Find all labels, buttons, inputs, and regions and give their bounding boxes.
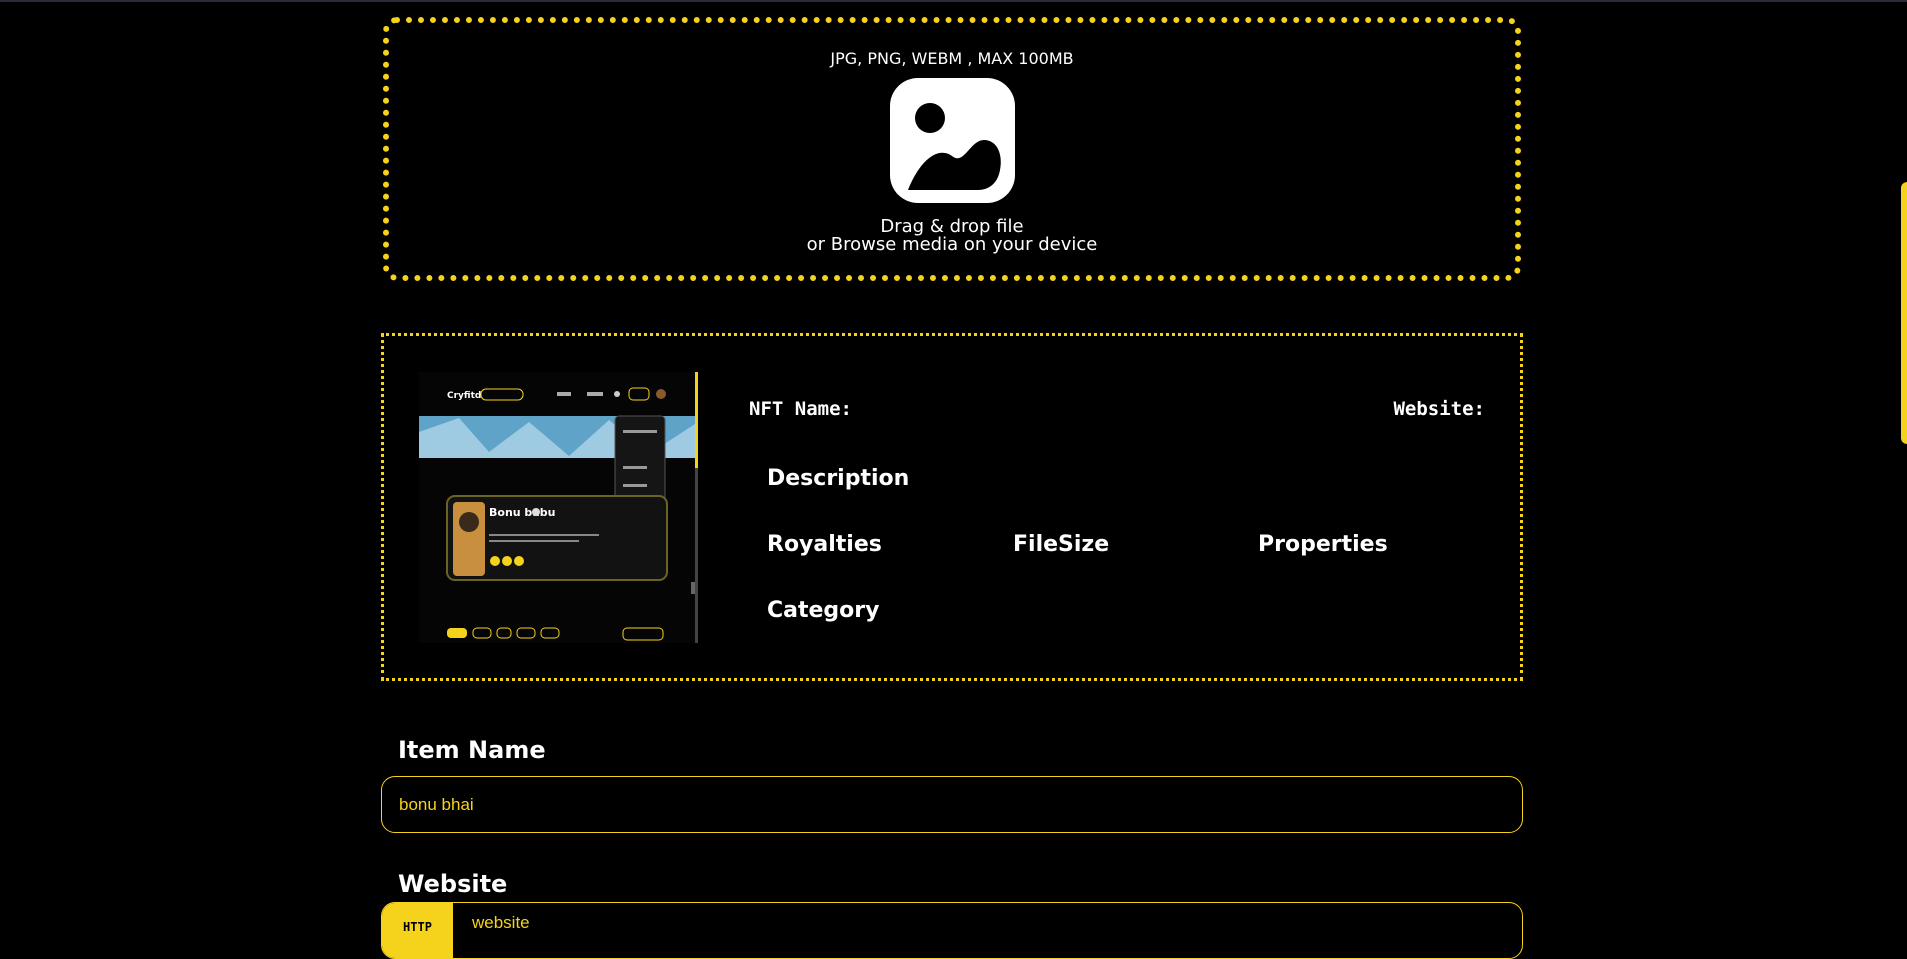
item-name-input[interactable]: bonu bhai	[381, 776, 1523, 833]
nft-thumbnail: Cryfitd Bonu babu	[419, 372, 698, 643]
thumbnail-brand: Cryfitd	[447, 391, 481, 401]
website-input-group: HTTP website	[381, 902, 1523, 959]
website-label: Website	[398, 870, 508, 898]
royalties-label: Royalties	[767, 532, 882, 557]
properties-label: Properties	[1258, 532, 1388, 557]
website-preview-label: Website:	[1393, 398, 1485, 420]
item-name-label: Item Name	[398, 736, 546, 764]
description-label: Description	[767, 466, 910, 491]
image-icon	[890, 78, 1015, 203]
upload-dropzone[interactable]: JPG, PNG, WEBM , MAX 100MB Drag & drop f…	[383, 17, 1521, 281]
nft-preview-card: Cryfitd Bonu babu NFT Name: Website: Des…	[381, 333, 1523, 681]
browse-media-link[interactable]: or Browse media on your device	[389, 234, 1515, 255]
thumbnail-profile-name: Bonu babu	[489, 506, 555, 519]
category-label: Category	[767, 598, 880, 623]
thumbnail-image: Cryfitd Bonu babu	[419, 372, 698, 643]
upload-formats-text: JPG, PNG, WEBM , MAX 100MB	[830, 49, 1074, 68]
website-input[interactable]: website	[472, 913, 530, 933]
top-border	[0, 0, 1907, 2]
scrollbar-thumb[interactable]	[1901, 182, 1907, 444]
filesize-label: FileSize	[1013, 532, 1110, 557]
nft-name-label: NFT Name:	[749, 398, 852, 420]
http-prefix-badge: HTTP	[382, 903, 453, 958]
